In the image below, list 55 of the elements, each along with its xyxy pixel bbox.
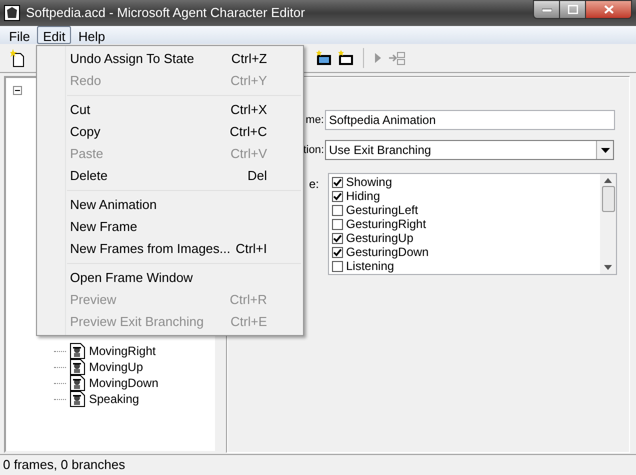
tree-item[interactable]: MovingRight	[89, 342, 156, 360]
menu-option[interactable]: Open Frame Window	[37, 267, 303, 289]
collapse-icon[interactable]	[13, 86, 22, 95]
state-label: Hiding	[346, 188, 380, 205]
state-label: GesturingUp	[346, 230, 414, 247]
field-label: e:	[308, 176, 319, 193]
agent-file-icon	[70, 375, 85, 391]
checkbox[interactable]	[332, 176, 343, 188]
state-label: GesturingDown	[346, 244, 429, 261]
close-button[interactable]	[586, 0, 632, 19]
status-text: 0 frames, 0 branches	[3, 456, 126, 474]
minimize-icon	[542, 8, 552, 12]
tree-item[interactable]: MovingUp	[89, 358, 144, 376]
new-document-icon[interactable]	[10, 49, 26, 67]
checkbox[interactable]	[332, 260, 343, 272]
maximize-button[interactable]	[560, 0, 586, 19]
app-icon	[4, 5, 20, 21]
agent-file-icon	[70, 343, 85, 359]
minimize-button[interactable]	[533, 0, 560, 19]
field-label: tion:	[303, 142, 324, 158]
state-label: GesturingLeft	[346, 202, 418, 219]
film-star-icon[interactable]	[338, 50, 354, 66]
exit-branching-dropdown[interactable]: Use Exit Branching	[325, 140, 614, 160]
tree-item[interactable]: MovingDown	[89, 374, 158, 392]
menu-item[interactable]: File	[2, 26, 37, 44]
field-label: me:	[304, 112, 324, 128]
menu-item[interactable]: Edit	[36, 26, 72, 44]
menu-option[interactable]: Delete Del	[37, 165, 303, 187]
window-title: Softpedia.acd - Microsoft Agent Character Editor	[26, 4, 305, 22]
close-icon	[604, 5, 614, 14]
checkbox[interactable]	[332, 232, 343, 244]
tree-item[interactable]: Speaking	[89, 390, 140, 408]
menu-option[interactable]: New Frames from Images... Ctrl+I	[37, 238, 303, 260]
menu-item[interactable]: Help	[71, 26, 112, 44]
film-star-icon[interactable]	[316, 50, 332, 66]
state-label: GesturingRight	[346, 216, 426, 233]
scroll-up-icon[interactable]	[604, 178, 612, 183]
menu-option[interactable]: New Animation	[37, 194, 303, 216]
menu-option[interactable]: Undo Assign To State Ctrl+Z	[37, 48, 303, 70]
checkbox[interactable]	[332, 218, 343, 230]
menu-option[interactable]: New Frame	[37, 216, 303, 238]
checkbox[interactable]	[332, 204, 343, 216]
state-label: Showing	[346, 174, 392, 191]
name-field[interactable]: Softpedia Animation	[325, 110, 615, 130]
state-label: Listening	[346, 258, 394, 274]
maximize-icon	[568, 5, 578, 14]
agent-file-icon	[70, 359, 85, 375]
checkbox[interactable]	[332, 246, 343, 258]
scrollbar[interactable]	[600, 174, 616, 274]
scroll-down-icon[interactable]	[604, 265, 612, 270]
agent-file-icon	[70, 391, 85, 407]
menu-option[interactable]: Cut Ctrl+X	[37, 99, 303, 121]
scroll-thumb[interactable]	[602, 186, 614, 212]
menu-option[interactable]: Copy Ctrl+C	[37, 121, 303, 143]
checkbox[interactable]	[332, 190, 343, 202]
